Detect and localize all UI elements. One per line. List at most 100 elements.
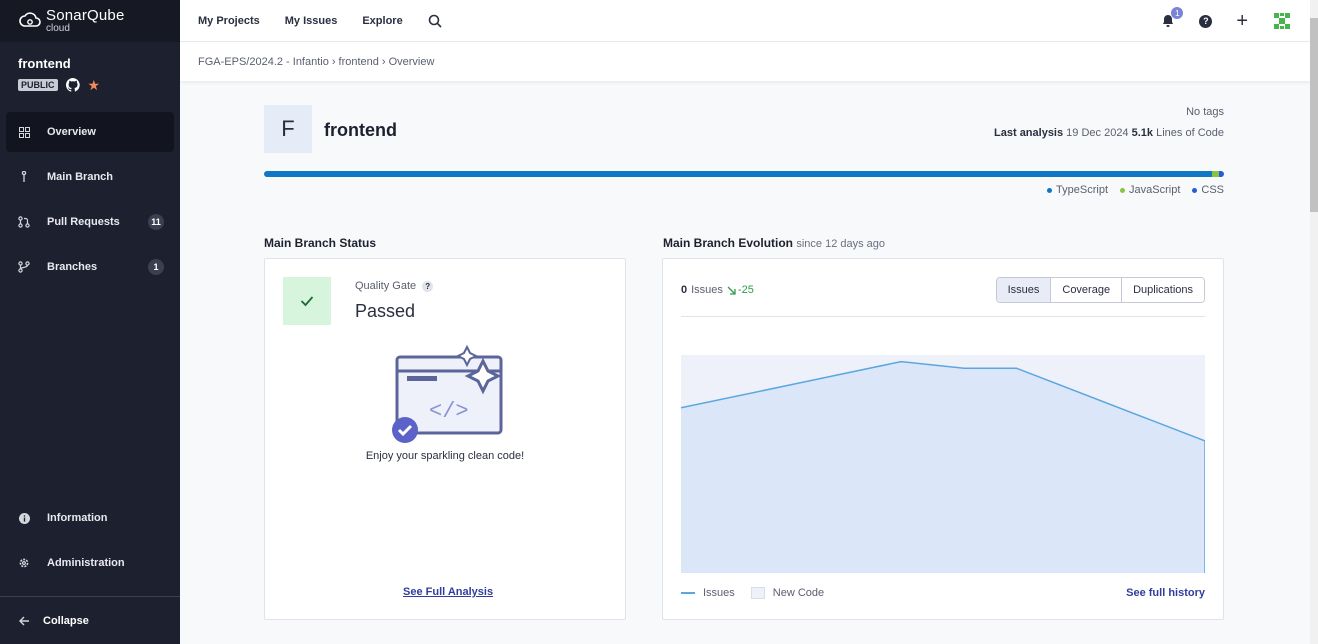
last-analysis: Last analysis 19 Dec 2024 5.1k Lines of … (994, 127, 1224, 139)
issues-legend-swatch (681, 592, 695, 594)
nav-explore[interactable]: Explore (362, 15, 402, 27)
tab-coverage[interactable]: Coverage (1050, 278, 1122, 302)
project-name: frontend (18, 56, 71, 71)
plus-icon[interactable]: + (1236, 11, 1248, 31)
last-analysis-label: Last analysis (994, 127, 1064, 139)
brand[interactable]: SonarQube cloud (0, 0, 180, 42)
search-icon[interactable] (428, 14, 442, 28)
breadcrumb: FGA-EPS/2024.2 - Infantio › frontend › O… (180, 42, 1310, 81)
brand-name: SonarQube (46, 7, 125, 24)
info-icon (18, 512, 30, 524)
language-name: CSS (1201, 184, 1224, 196)
sidebar-item-label: Pull Requests (47, 216, 120, 228)
notifications-count-badge: 1 (1171, 7, 1184, 19)
sidebar-item-administration[interactable]: Administration (6, 543, 174, 583)
language-legend: TypeScript JavaScript CSS (1047, 184, 1224, 196)
branches-icon (18, 261, 30, 273)
chart-legend: Issues New Code (681, 587, 824, 599)
tab-issues[interactable]: Issues (996, 278, 1051, 302)
project-block: frontend PUBLIC ★ (0, 42, 180, 102)
issues-value: 0 (681, 284, 688, 296)
page-title: frontend (324, 120, 397, 140)
see-full-history-link[interactable]: See full history (1126, 587, 1205, 599)
language-color-dot (1192, 187, 1198, 193)
issues-delta: -25 (727, 284, 754, 296)
project-tags[interactable]: No tags (1186, 106, 1224, 118)
dashboard-icon (18, 126, 30, 138)
loc-label: Lines of Code (1156, 127, 1224, 139)
sidebar-item-overview[interactable]: Overview (6, 112, 174, 152)
arrow-left-icon (18, 615, 30, 627)
breadcrumb-organization[interactable]: FGA-EPS/2024.2 - Infantio (198, 56, 329, 68)
legend-new-code: New Code (772, 587, 825, 599)
sonarqube-logo-icon (19, 12, 41, 27)
tab-duplications[interactable]: Duplications (1121, 278, 1204, 302)
check-icon (300, 296, 314, 307)
language-name: JavaScript (1129, 184, 1181, 196)
sidebar-item-branches[interactable]: Branches 1 (6, 247, 174, 287)
project-header: F frontend No tags Last analysis 19 Dec … (264, 81, 1224, 171)
clean-code-caption: Enjoy your sparkling clean code! (365, 450, 525, 462)
language-color-dot (1047, 187, 1053, 193)
quality-gate-card: Quality Gate ? Passed </> Enjoy your spa… (264, 258, 626, 620)
project-avatar: F (264, 105, 312, 153)
language-legend-item: CSS (1192, 184, 1224, 196)
main-content: F frontend No tags Last analysis 19 Dec … (264, 81, 1224, 171)
chart-divider (681, 316, 1205, 317)
svg-text:</>: </> (429, 399, 469, 424)
sidebar-item-label: Overview (47, 126, 96, 138)
language-segment-javascript (1212, 171, 1220, 177)
see-full-analysis-link[interactable]: See Full Analysis (403, 586, 493, 598)
issues-delta-value: -25 (737, 284, 754, 296)
language-distribution-bar (264, 171, 1224, 177)
language-legend-item: JavaScript (1120, 184, 1180, 196)
nav-my-issues[interactable]: My Issues (285, 15, 338, 27)
scrollbar-thumb[interactable] (1310, 18, 1318, 212)
language-name: TypeScript (1056, 184, 1109, 196)
legend-issues: Issues (703, 587, 735, 599)
language-segment-css (1219, 171, 1224, 177)
avatar[interactable] (1272, 11, 1292, 31)
sidebar-item-information[interactable]: Information (6, 498, 174, 538)
issues-evolution-chart[interactable] (681, 355, 1205, 573)
quality-gate-status: Passed (355, 301, 416, 321)
last-analysis-date: 19 Dec 2024 (1066, 127, 1129, 139)
page-scrollbar[interactable] (1310, 0, 1318, 644)
sidebar-item-label: Main Branch (47, 171, 114, 183)
evolution-card: 0 Issues -25 Issues Coverage Duplication… (662, 258, 1224, 620)
quality-gate-label-text: Quality Gate (355, 280, 417, 292)
evolution-title-text: Main Branch Evolution (663, 236, 794, 250)
new-code-legend-swatch (750, 587, 765, 599)
sidebar-item-label: Information (47, 512, 108, 524)
sidebar-item-pull-requests[interactable]: Pull Requests 11 (6, 202, 174, 242)
evolution-since: since 12 days ago (796, 238, 886, 250)
star-icon[interactable]: ★ (88, 78, 101, 92)
github-icon[interactable] (65, 78, 80, 92)
top-navbar: My Projects My Issues Explore 1 ? + (180, 0, 1310, 42)
pull-request-icon (18, 216, 30, 228)
help-icon[interactable]: ? (422, 280, 434, 292)
sidebar-item-main-branch[interactable]: Main Branch (6, 157, 174, 197)
brand-sub: cloud (46, 23, 70, 34)
branch-icon (18, 171, 30, 183)
collapse-label: Collapse (43, 614, 89, 627)
language-legend-item: TypeScript (1047, 184, 1108, 196)
nav-my-projects[interactable]: My Projects (198, 15, 260, 27)
help-icon[interactable]: ? (1199, 14, 1213, 28)
evolution-metric-tabs: Issues Coverage Duplications (995, 277, 1205, 303)
collapse-button[interactable]: Collapse (0, 596, 180, 644)
visibility-badge: PUBLIC (18, 79, 58, 91)
sidebar-nav-bottom: Information Administration (0, 498, 180, 588)
notifications-button[interactable]: 1 (1161, 7, 1184, 28)
gear-icon (18, 557, 30, 569)
issues-summary: 0 Issues -25 (681, 284, 754, 296)
sidebar: SonarQube cloud frontend PUBLIC ★ Overvi… (0, 0, 180, 644)
pull-requests-count-badge: 11 (148, 214, 164, 230)
sidebar-item-label: Branches (47, 261, 98, 273)
branches-count-badge: 1 (148, 259, 164, 275)
breadcrumb-project[interactable]: frontend (339, 56, 379, 68)
status-section-title: Main Branch Status (264, 236, 377, 250)
loc-value: 5.1k (1131, 127, 1154, 139)
arrow-down-right-icon (727, 286, 736, 295)
sidebar-item-label: Administration (47, 557, 125, 569)
